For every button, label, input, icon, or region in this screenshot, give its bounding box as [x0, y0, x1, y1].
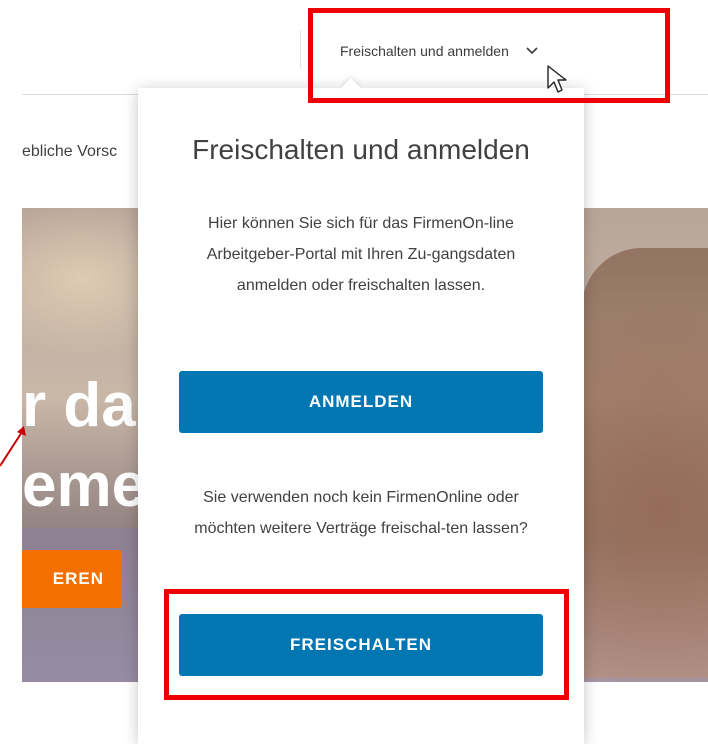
hero-headline: r da eme [22, 366, 146, 526]
anmelden-button[interactable]: ANMELDEN [179, 371, 543, 433]
annotation-arrow-icon [0, 426, 26, 467]
hero-headline-line2: eme [22, 451, 147, 520]
dropdown-title: Freischalten und anmelden [192, 134, 530, 165]
nav-separator [300, 30, 301, 68]
mouse-cursor-icon [547, 65, 567, 93]
hero-cta-button[interactable]: EREN [22, 550, 122, 608]
dropdown-secondary-text: Sie verwenden noch kein FirmenOnline ode… [194, 489, 528, 537]
hero-headline-line1: r da [22, 371, 136, 440]
hero-person-silhouette [582, 248, 708, 678]
highlight-box-freischalten-button [164, 589, 569, 700]
dropdown-intro-text: Hier können Sie sich für das FirmenOn-li… [206, 215, 516, 294]
subnav-item-partial[interactable]: ebliche Vorsc [22, 143, 140, 161]
highlight-box-nav-trigger [308, 8, 670, 103]
